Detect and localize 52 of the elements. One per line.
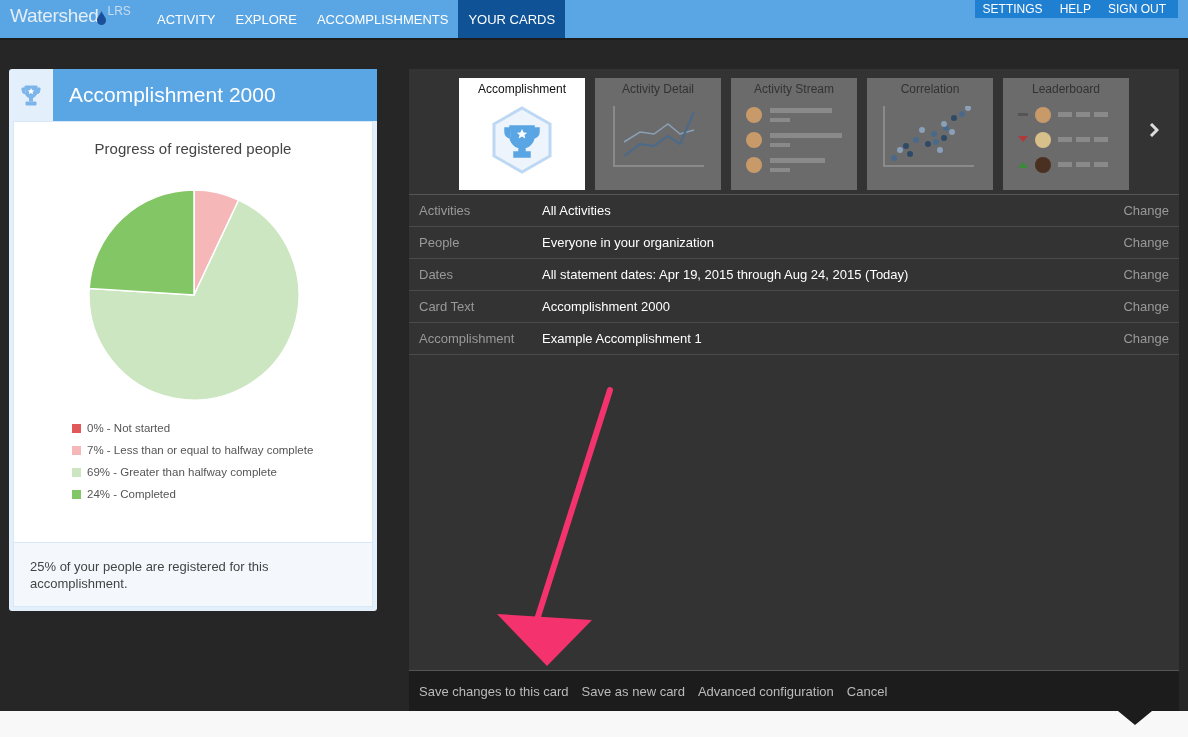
card-type-tile[interactable]: Activity Stream: [731, 78, 857, 190]
card-title: Accomplishment 2000: [53, 69, 377, 121]
setting-value: Everyone in your organization: [542, 235, 715, 250]
setting-value: All statement dates: Apr 19, 2015 through Aug 24, 2015 (Today): [542, 267, 910, 282]
card-type-tile[interactable]: Correlation: [867, 78, 993, 190]
setting-value: Accomplishment 2000: [542, 299, 671, 314]
trophy-icon: [20, 84, 42, 106]
chevron-right-icon[interactable]: [1149, 122, 1159, 137]
drop-icon: [97, 11, 107, 25]
trophy-badge-drawing: [492, 106, 552, 174]
card-type-tile[interactable]: Activity Detail: [595, 78, 721, 190]
card-type-tile[interactable]: Accomplishment: [459, 78, 585, 190]
change-link[interactable]: Change: [1123, 331, 1169, 346]
chart-title: Progress of registered people: [94, 140, 292, 157]
nav-tab[interactable]: ACCOMPLISHMENTS: [306, 0, 459, 38]
tile-label: Activity Detail: [622, 82, 694, 96]
legend-swatch: [72, 423, 81, 433]
menu-link[interactable]: SIGN OUT: [1108, 2, 1166, 16]
tile-label: Leaderboard: [1031, 82, 1101, 96]
card-type-tile[interactable]: Leaderboard: [1003, 78, 1129, 190]
logo-suffix: LRS: [107, 4, 131, 18]
setting-value: Example Accomplishment 1: [542, 331, 703, 346]
action-link[interactable]: Save changes to this card: [419, 683, 569, 699]
nav-tab[interactable]: ACTIVITY: [147, 0, 226, 38]
nav-tab[interactable]: YOUR CARDS: [458, 0, 566, 38]
legend-label: 7% - Less than or equal to halfway complete: [87, 444, 314, 456]
action-link[interactable]: Cancel: [846, 683, 888, 699]
legend-label: 0% - Not started: [87, 422, 171, 434]
nav-tab[interactable]: EXPLORE: [225, 0, 307, 38]
change-link[interactable]: Change: [1123, 267, 1169, 282]
legend-label: 24% - Completed: [87, 488, 176, 500]
action-link[interactable]: Advanced configuration: [697, 683, 834, 699]
tile-label: Correlation: [900, 82, 960, 96]
menu-link[interactable]: SETTINGS: [982, 2, 1043, 16]
legend-swatch: [72, 489, 81, 499]
setting-label: Activities: [419, 203, 472, 218]
change-link[interactable]: Change: [1123, 235, 1169, 250]
setting-value: All Activities: [542, 203, 612, 218]
action-link[interactable]: Save as new card: [581, 683, 685, 699]
change-link[interactable]: Change: [1123, 203, 1169, 218]
legend-label: 69% - Greater than halfway complete: [87, 466, 277, 478]
tile-label: Accomplishment: [478, 82, 566, 96]
menu-link[interactable]: HELP: [1059, 2, 1091, 16]
setting-label: People: [419, 235, 461, 250]
summary-text: 25% of your people are registered for this accomplishment.: [30, 558, 270, 592]
legend-swatch: [72, 445, 81, 455]
setting-label: Card Text: [419, 299, 476, 314]
tile-label: Activity Stream: [754, 82, 834, 96]
legend-swatch: [72, 467, 81, 477]
setting-label: Dates: [419, 267, 454, 282]
setting-label: Accomplishment: [419, 331, 516, 346]
change-link[interactable]: Change: [1123, 299, 1169, 314]
